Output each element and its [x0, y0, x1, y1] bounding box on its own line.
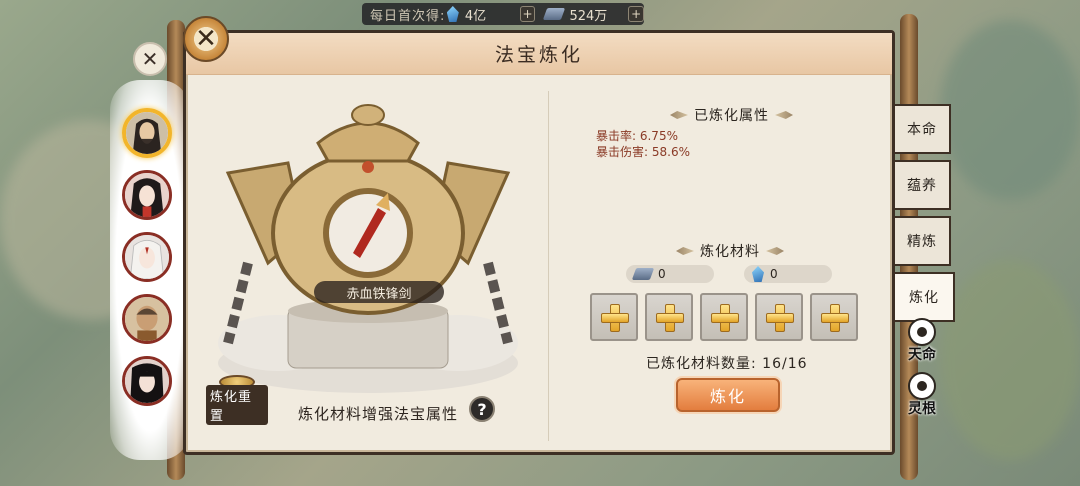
- close-button[interactable]: ✕: [183, 16, 229, 62]
- refine-hint-text: 炼化材料增强法宝属性: [298, 405, 459, 423]
- refine-reset-label: 炼化重置: [206, 385, 268, 425]
- character-list: [110, 80, 190, 460]
- refine-reset-button[interactable]: 炼化重置: [206, 375, 268, 425]
- add-iron-button[interactable]: +: [628, 6, 644, 22]
- iron-ingot-icon: [631, 268, 655, 280]
- portrait-monk: [125, 297, 169, 341]
- panel-divider: [548, 91, 549, 441]
- tab-tianming-label: 天命: [908, 347, 936, 363]
- panel-title: 法宝炼化: [494, 44, 583, 66]
- material-slot-4[interactable]: [755, 293, 803, 341]
- refined-attrs-title: 已炼化属性: [664, 105, 799, 125]
- attr-crit-damage: 暴击伤害: 58.6%: [596, 145, 690, 159]
- gem-amount: 4亿: [464, 8, 487, 24]
- material-slot-3[interactable]: [700, 293, 748, 341]
- character-avatar-4[interactable]: [122, 294, 172, 344]
- panel-header: 法宝炼化: [186, 33, 892, 75]
- gem-material-count: 0: [744, 265, 832, 283]
- background-map-right-lower: [940, 260, 1080, 460]
- ornament-left-icon: [670, 111, 688, 119]
- add-plus-icon: [656, 304, 684, 332]
- ornament-right-icon: [766, 247, 784, 255]
- tab-tianming[interactable]: 天命: [898, 316, 946, 364]
- character-avatar-1[interactable]: [122, 108, 172, 158]
- character-avatar-3[interactable]: [122, 232, 172, 282]
- iron-ingot-icon: [543, 8, 566, 20]
- fate-icon: [908, 318, 936, 346]
- refined-attrs-title-text: 已炼化属性: [694, 108, 769, 124]
- ornament-right-icon: [775, 111, 793, 119]
- spirit-gem-icon: [446, 6, 459, 22]
- portrait-white-hair: [125, 235, 169, 279]
- tab-jinglian[interactable]: 精炼: [895, 216, 951, 266]
- refine-button[interactable]: 炼化: [676, 378, 780, 412]
- attr-crit-rate: 暴击率: 6.75%: [596, 129, 678, 143]
- materials-title-text: 炼化材料: [700, 244, 760, 260]
- daily-reward-bar: 每日首次得: 4亿 + 524万 +: [362, 3, 644, 25]
- refined-material-count: 已炼化材料数量: 16/16: [646, 356, 808, 372]
- materials-title: 炼化材料: [670, 241, 790, 261]
- gem-count-value: 0: [770, 267, 778, 281]
- ornament-left-icon: [676, 247, 694, 255]
- iron-amount: 524万: [569, 8, 608, 24]
- gem-resource: 4亿: [446, 5, 520, 24]
- character-avatar-5[interactable]: [122, 356, 172, 406]
- material-slot-2[interactable]: [645, 293, 693, 341]
- iron-material-count: 0: [626, 265, 714, 283]
- add-plus-icon: [821, 304, 849, 332]
- add-plus-icon: [601, 304, 629, 332]
- character-avatar-2[interactable]: [122, 170, 172, 220]
- spirit-gem-icon: [752, 266, 764, 282]
- spirit-root-icon: [908, 372, 936, 400]
- tab-benming[interactable]: 本命: [895, 104, 951, 154]
- portrait-long-hair-elder: [126, 112, 168, 154]
- pin-icon[interactable]: ✕: [133, 42, 167, 76]
- tab-yunyang[interactable]: 蕴养: [895, 160, 951, 210]
- portrait-lady: [125, 173, 169, 217]
- refining-cauldron-illustration: [218, 104, 518, 393]
- tab-linggen-label: 灵根: [908, 401, 936, 417]
- add-plus-icon: [711, 304, 739, 332]
- background-map-right: [940, 20, 1080, 200]
- weapon-name-label: 赤血铁锋剑: [314, 281, 444, 303]
- add-gem-button[interactable]: +: [519, 6, 536, 22]
- portrait-black-hair-girl: [125, 359, 169, 403]
- help-button[interactable]: ?: [469, 396, 495, 422]
- tab-linggen[interactable]: 灵根: [898, 370, 946, 418]
- material-slot-5[interactable]: [810, 293, 858, 341]
- add-plus-icon: [766, 304, 794, 332]
- refine-panel: 法宝炼化 赤血铁锋剑 炼化重置 炼化材料增强法宝属性 ? 已炼化属性 暴击率: …: [183, 30, 895, 455]
- tab-lianhua[interactable]: 炼化: [895, 272, 955, 322]
- material-slot-1[interactable]: [590, 293, 638, 341]
- daily-first-label: 每日首次得:: [370, 8, 446, 24]
- iron-resource: 524万: [543, 5, 628, 24]
- iron-count-value: 0: [658, 267, 666, 281]
